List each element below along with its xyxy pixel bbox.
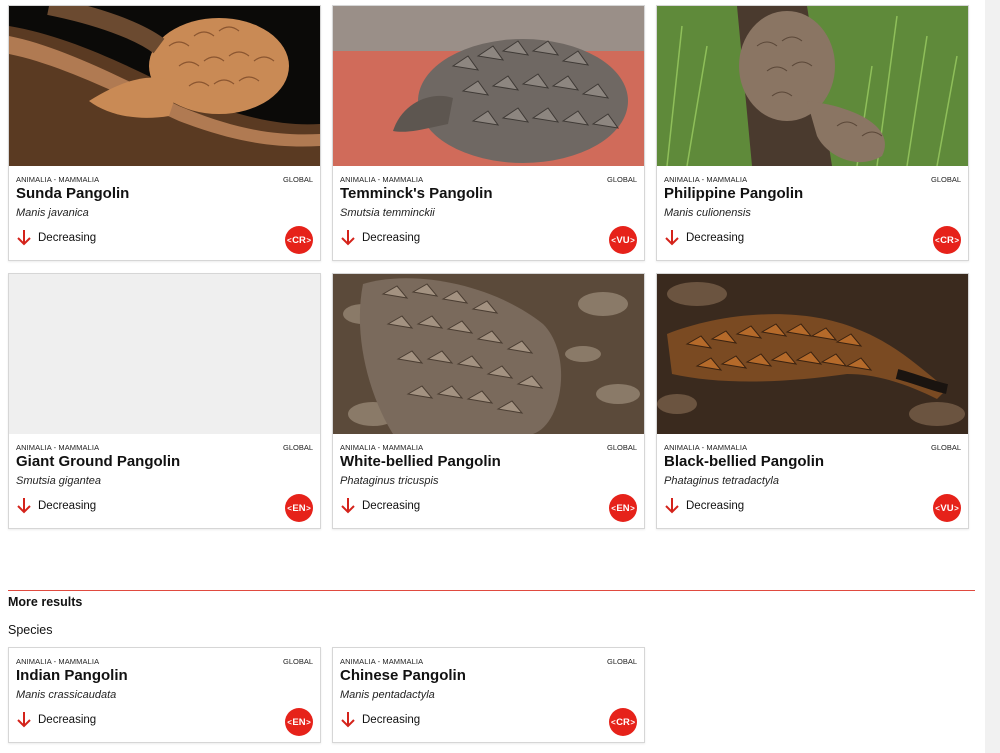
category-code: CR (940, 234, 954, 246)
scientific-name: Manis pentadactyla (340, 689, 435, 701)
trend-label: Decreasing (38, 232, 97, 244)
species-card-giant-ground-pangolin[interactable]: ANIMALIA - MAMMALIA GLOBAL Giant Ground … (8, 273, 321, 529)
arrow-down-icon (341, 498, 355, 514)
arrow-down-icon (665, 498, 679, 514)
species-photo (9, 6, 320, 166)
scientific-name: Smutsia temminckii (340, 207, 435, 219)
common-name[interactable]: Temminck's Pangolin (340, 185, 493, 202)
species-photo (333, 274, 644, 434)
taxonomy-label: ANIMALIA - MAMMALIA (664, 175, 748, 184)
arrow-down-icon (665, 230, 679, 246)
population-trend: Decreasing (16, 711, 96, 729)
scientific-name: Smutsia gigantea (16, 475, 101, 487)
common-name[interactable]: Giant Ground Pangolin (16, 453, 180, 470)
scrollbar[interactable] (985, 0, 1000, 753)
species-photo (333, 6, 644, 166)
scope-label: GLOBAL (606, 443, 637, 452)
species-subheading: Species (8, 623, 53, 637)
category-code: EN (616, 502, 630, 514)
species-card-temmincks-pangolin[interactable]: ANIMALIA - MAMMALIA GLOBAL Temminck's Pa… (332, 5, 645, 261)
scientific-name: Manis culionensis (664, 207, 751, 219)
arrow-down-icon (341, 712, 355, 728)
population-trend: Decreasing (16, 497, 96, 515)
more-results-heading: More results (8, 595, 83, 609)
species-card-black-bellied-pangolin[interactable]: ANIMALIA - MAMMALIA GLOBAL Black-bellied… (656, 273, 969, 529)
red-list-category-badge[interactable]: < EN > (285, 708, 313, 736)
taxonomy-label: ANIMALIA - MAMMALIA (340, 443, 424, 452)
scientific-name: Manis javanica (16, 207, 89, 219)
arrow-down-icon (17, 230, 31, 246)
scope-label: GLOBAL (606, 175, 637, 184)
population-trend: Decreasing (16, 229, 96, 247)
trend-label: Decreasing (362, 500, 421, 512)
trend-label: Decreasing (686, 232, 745, 244)
category-code: CR (616, 716, 630, 728)
population-trend: Decreasing (340, 711, 420, 729)
common-name[interactable]: Chinese Pangolin (340, 667, 466, 684)
population-trend: Decreasing (340, 229, 420, 247)
red-list-category-badge[interactable]: < EN > (609, 494, 637, 522)
scientific-name: Phataginus tricuspis (340, 475, 439, 487)
species-card-sunda-pangolin[interactable]: ANIMALIA - MAMMALIA GLOBAL Sunda Pangoli… (8, 5, 321, 261)
scope-label: GLOBAL (930, 443, 961, 452)
trend-label: Decreasing (38, 500, 97, 512)
taxonomy-label: ANIMALIA - MAMMALIA (664, 443, 748, 452)
category-code: EN (292, 502, 306, 514)
taxonomy-label: ANIMALIA - MAMMALIA (340, 657, 424, 666)
species-card-white-bellied-pangolin[interactable]: ANIMALIA - MAMMALIA GLOBAL White-bellied… (332, 273, 645, 529)
red-list-category-badge[interactable]: < EN > (285, 494, 313, 522)
taxonomy-label: ANIMALIA - MAMMALIA (340, 175, 424, 184)
section-divider (8, 590, 975, 591)
scope-label: GLOBAL (282, 657, 313, 666)
population-trend: Decreasing (340, 497, 420, 515)
common-name[interactable]: Sunda Pangolin (16, 185, 129, 202)
common-name[interactable]: Indian Pangolin (16, 667, 128, 684)
species-card-indian-pangolin[interactable]: ANIMALIA - MAMMALIA GLOBAL Indian Pangol… (8, 647, 321, 743)
scope-label: GLOBAL (282, 443, 313, 452)
species-photo-placeholder (9, 274, 320, 434)
taxonomy-label: ANIMALIA - MAMMALIA (16, 657, 100, 666)
category-code: CR (292, 234, 306, 246)
common-name[interactable]: Black-bellied Pangolin (664, 453, 824, 470)
taxonomy-label: ANIMALIA - MAMMALIA (16, 443, 100, 452)
taxonomy-label: ANIMALIA - MAMMALIA (16, 175, 100, 184)
trend-label: Decreasing (686, 500, 745, 512)
trend-label: Decreasing (38, 714, 97, 726)
scope-label: GLOBAL (930, 175, 961, 184)
population-trend: Decreasing (664, 497, 744, 515)
trend-label: Decreasing (362, 232, 421, 244)
scope-label: GLOBAL (606, 657, 637, 666)
common-name[interactable]: Philippine Pangolin (664, 185, 803, 202)
scope-label: GLOBAL (282, 175, 313, 184)
species-photo (657, 274, 968, 434)
red-list-category-badge[interactable]: < CR > (609, 708, 637, 736)
scientific-name: Manis crassicaudata (16, 689, 117, 701)
population-trend: Decreasing (664, 229, 744, 247)
common-name[interactable]: White-bellied Pangolin (340, 453, 501, 470)
trend-label: Decreasing (362, 714, 421, 726)
species-card-chinese-pangolin[interactable]: ANIMALIA - MAMMALIA GLOBAL Chinese Pango… (332, 647, 645, 743)
category-code: EN (292, 716, 306, 728)
arrow-down-icon (17, 712, 31, 728)
arrow-down-icon (17, 498, 31, 514)
species-card-philippine-pangolin[interactable]: ANIMALIA - MAMMALIA GLOBAL Philippine Pa… (656, 5, 969, 261)
arrow-down-icon (341, 230, 355, 246)
red-list-category-badge[interactable]: < VU > (609, 226, 637, 254)
species-photo (657, 6, 968, 166)
category-code: VU (616, 234, 630, 246)
red-list-category-badge[interactable]: < VU > (933, 494, 961, 522)
red-list-category-badge[interactable]: < CR > (285, 226, 313, 254)
scientific-name: Phataginus tetradactyla (664, 475, 779, 487)
red-list-category-badge[interactable]: < CR > (933, 226, 961, 254)
category-code: VU (940, 502, 954, 514)
